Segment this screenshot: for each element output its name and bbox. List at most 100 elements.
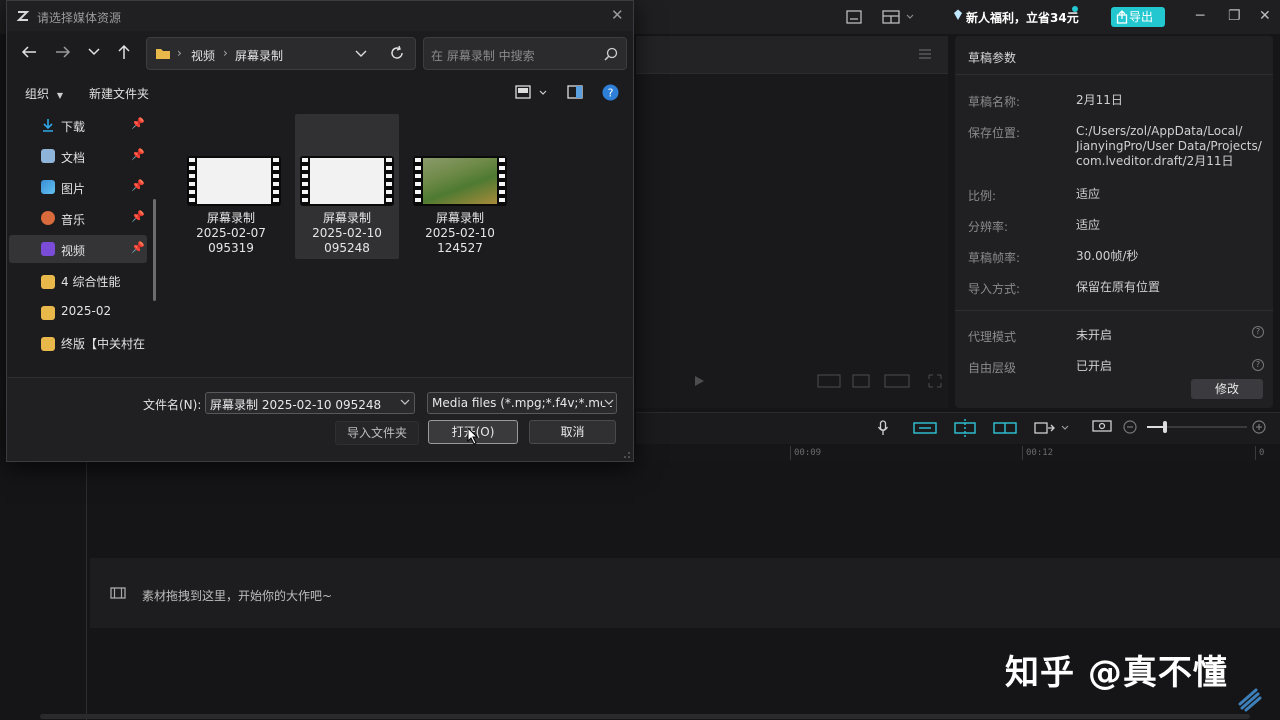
file-item[interactable]: 屏幕录制 2025-02-07 095319 (177, 114, 281, 259)
pictures-icon (41, 180, 55, 194)
edit-button[interactable]: 修改 (1191, 379, 1263, 399)
recent-locations-icon[interactable] (88, 48, 100, 56)
menu-icon[interactable] (918, 48, 932, 60)
export-button[interactable]: 导出 (1111, 7, 1165, 27)
nav-item-folder[interactable]: 终版【中关村在 (9, 328, 147, 356)
preview-pane-icon[interactable] (567, 85, 583, 99)
prop-value-framerate: 30.00帧/秒 (1076, 249, 1139, 263)
pin-icon[interactable]: 📌 (131, 241, 145, 254)
nav-item-pictures[interactable]: 图片 📌 (9, 173, 147, 201)
refresh-icon[interactable] (389, 45, 405, 61)
prop-value-name: 2月11日 (1076, 93, 1123, 107)
forward-arrow-icon[interactable] (55, 45, 71, 59)
file-open-dialog: 请选择媒体资源 ✕ › 视频 › 屏幕录制 在 屏幕录制 中搜索 组织 ▼ 新建… (6, 0, 634, 462)
file-name-line: 2025-02-10 (312, 226, 382, 240)
app-logo-icon (16, 9, 30, 23)
nav-item-folder[interactable]: 4 综合性能 (9, 266, 147, 294)
info-icon[interactable]: ? (1252, 359, 1264, 371)
filetype-select[interactable]: Media files (*.mpg;*.f4v;*.mov (427, 392, 617, 414)
video-thumbnail (187, 156, 281, 206)
breadcrumb-item[interactable]: 视频 (191, 47, 215, 64)
nav-item-downloads[interactable]: 下载 📌 (9, 111, 147, 139)
address-bar[interactable]: › 视频 › 屏幕录制 (146, 37, 416, 70)
zoom-slider[interactable] (1147, 421, 1247, 433)
maximize-icon[interactable]: ❐ (1228, 8, 1241, 24)
search-icon (604, 47, 618, 61)
pin-icon[interactable]: 📌 (131, 179, 145, 192)
view-mode-icon[interactable] (515, 85, 549, 99)
nav-scrollbar[interactable] (153, 199, 156, 301)
nav-item-music[interactable]: 音乐 📌 (9, 204, 147, 232)
split-mode-icon[interactable] (1034, 421, 1072, 435)
chevron-down-icon[interactable] (602, 399, 614, 406)
player-tool-icons[interactable] (817, 374, 945, 388)
info-icon[interactable]: ? (1252, 326, 1264, 338)
layout-icon[interactable] (846, 10, 862, 24)
nav-item-folder[interactable]: 2025-02 (9, 297, 147, 325)
diamond-icon (952, 9, 964, 21)
filetype-value: Media files (*.mpg;*.f4v;*.mov (432, 396, 615, 410)
nav-item-videos[interactable]: 视频 📌 (9, 235, 147, 263)
file-item-selected[interactable]: 屏幕录制 2025-02-10 095248 (295, 114, 399, 259)
linkage-icon[interactable] (953, 419, 977, 437)
prop-label-resolution: 分辨率: (968, 220, 1009, 234)
chevron-down-icon[interactable] (400, 399, 410, 406)
filename-label: 文件名(N): (143, 398, 202, 412)
prop-value-proxy: 未开启 (1076, 328, 1113, 342)
caret-down-icon: ▼ (56, 91, 63, 100)
props-divider-2 (955, 310, 1273, 311)
pin-icon[interactable]: 📌 (131, 117, 145, 130)
filename-input[interactable]: 屏幕录制 2025-02-10 095248 (205, 392, 415, 414)
ruler-mark: 0 (1259, 448, 1265, 458)
timeline-scrollbar[interactable] (40, 714, 1250, 719)
pin-icon[interactable]: 📌 (131, 210, 145, 223)
close-icon[interactable]: ✕ (1259, 8, 1271, 24)
import-folder-button[interactable]: 导入文件夹 (335, 421, 419, 445)
new-folder-button[interactable]: 新建文件夹 (89, 85, 149, 102)
back-arrow-icon[interactable] (21, 45, 37, 59)
panel-layout-icon[interactable] (882, 10, 916, 24)
auto-snap-icon[interactable] (913, 421, 937, 435)
zoom-in-icon[interactable] (1252, 420, 1266, 434)
nav-item-label: 2025-02 (61, 304, 112, 318)
resize-grip-icon[interactable] (623, 451, 631, 459)
pin-icon[interactable]: 📌 (131, 148, 145, 161)
videos-icon (41, 242, 55, 256)
nav-item-label: 下载 (61, 120, 86, 134)
chevron-down-icon[interactable] (355, 50, 367, 58)
file-name-line: 屏幕录制 (435, 211, 484, 225)
mouse-cursor-icon (467, 427, 479, 445)
ruler-mark: 00:12 (1026, 448, 1054, 458)
prop-label-framerate: 草稿帧率: (968, 251, 1021, 265)
up-arrow-icon[interactable] (117, 44, 131, 60)
microphone-icon[interactable] (877, 420, 889, 436)
play-icon[interactable] (693, 375, 705, 387)
organize-menu[interactable]: 组织 ▼ (25, 85, 63, 102)
preview-quality-icon[interactable] (1092, 420, 1112, 434)
breadcrumb-item[interactable]: 屏幕录制 (235, 47, 283, 64)
nav-item-label: 视频 (61, 244, 86, 258)
file-name-line: 095248 (324, 241, 370, 255)
video-thumbnail (413, 156, 507, 206)
search-input[interactable]: 在 屏幕录制 中搜索 (423, 37, 627, 70)
zoom-slider-handle[interactable] (1163, 421, 1167, 433)
watermark-text: 知乎 @真不懂 (1005, 653, 1228, 693)
filename-value: 屏幕录制 2025-02-10 095248 (210, 398, 382, 412)
help-icon[interactable]: ? (602, 84, 619, 101)
cancel-button[interactable]: 取消 (529, 420, 616, 444)
timeline-ruler (636, 444, 1280, 462)
preview-axis-icon[interactable] (993, 421, 1017, 435)
nav-item-label: 文档 (61, 151, 86, 165)
minimize-icon[interactable]: ─ (1196, 8, 1204, 24)
benefit-text[interactable]: 新人福利，立省34元 (966, 9, 1079, 26)
nav-item-documents[interactable]: 文档 📌 (9, 142, 147, 170)
chevron-right-icon: › (223, 46, 228, 60)
nav-item-label: 终版【中关村在 (61, 337, 146, 351)
file-item[interactable]: 屏幕录制 2025-02-10 124527 (402, 114, 507, 259)
file-name-line: 屏幕录制 (322, 211, 371, 225)
file-name-line: 095319 (208, 241, 254, 255)
ruler-tick (1255, 446, 1256, 460)
dialog-close-icon[interactable]: ✕ (611, 6, 624, 24)
film-icon (110, 587, 126, 599)
zoom-out-icon[interactable] (1123, 420, 1137, 434)
